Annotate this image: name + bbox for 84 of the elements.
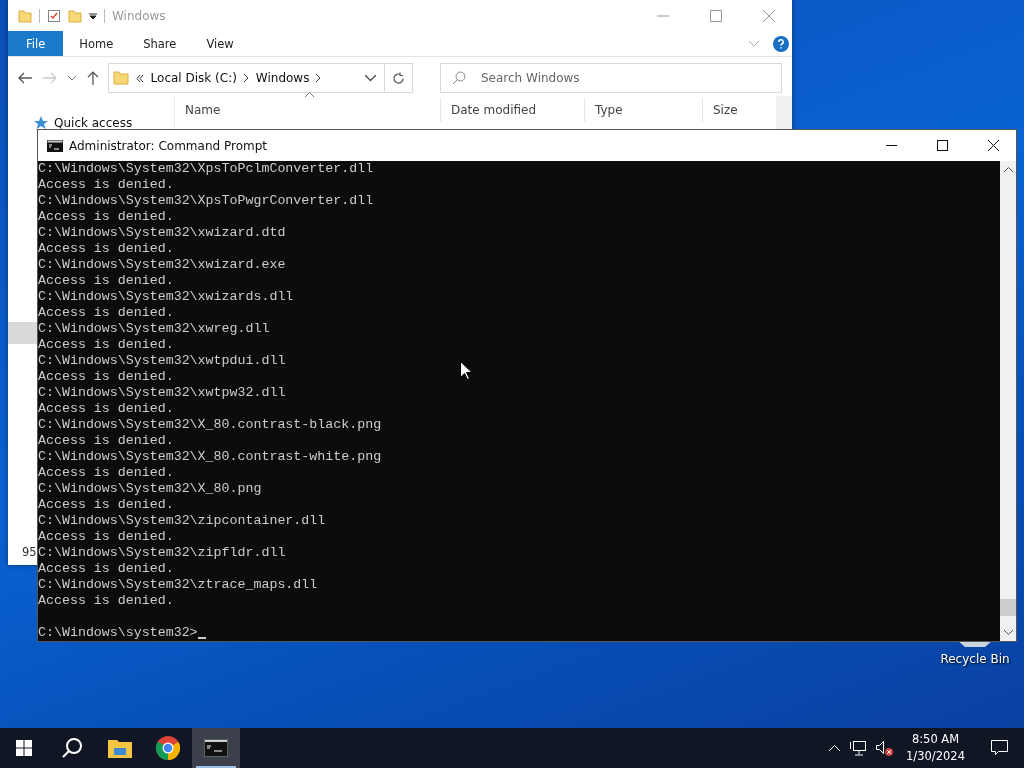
search-icon: [452, 71, 466, 85]
recent-dropdown-icon[interactable]: [67, 75, 76, 81]
dropdown-icon[interactable]: [89, 11, 97, 20]
console-line: C:\Windows\System32\xwizard.dtd: [38, 225, 286, 241]
nav-item[interactable]: Quick access: [54, 116, 133, 130]
ribbon-tab[interactable]: Share: [129, 31, 191, 56]
window-title: Administrator: Command Prompt: [69, 138, 267, 153]
ribbon-tab[interactable]: View: [192, 31, 248, 56]
console-line: C:\Windows\System32\xwtpw32.dll: [38, 385, 286, 401]
desktop-icon-label[interactable]: Recycle Bin: [940, 652, 1010, 666]
ribbon-tab[interactable]: Home: [65, 31, 128, 56]
scroll-down-icon[interactable]: [1003, 630, 1013, 635]
double-chevron-icon: [135, 74, 144, 82]
console-line: Access is denied.: [38, 177, 174, 193]
maximize-icon[interactable]: [937, 140, 948, 151]
console-line: C:\Windows\System32\X_80.contrast-white.png: [38, 449, 382, 465]
console-line: Access is denied.: [38, 273, 174, 289]
close-icon[interactable]: [988, 140, 999, 151]
scroll-up-icon[interactable]: [1003, 167, 1013, 172]
dropdown-chevron-icon[interactable]: [365, 75, 377, 81]
network-icon[interactable]: [850, 740, 867, 756]
refresh-icon: [392, 71, 406, 85]
scroll-thumb[interactable]: [1000, 599, 1016, 616]
console-line: C:\Windows\System32\X_80.contrast-black.png: [38, 417, 382, 433]
console-line: C:\Windows\System32\xwreg.dll: [38, 321, 270, 337]
text-cursor: [197, 637, 206, 639]
console-line: Access is denied.: [38, 529, 174, 545]
console-line: Access is denied.: [38, 433, 174, 449]
console-line: Access is denied.: [38, 561, 174, 577]
chevron-up-icon[interactable]: [829, 745, 841, 751]
console-line: C:\Windows\System32\xwizards.dll: [38, 289, 294, 305]
windows-logo-icon: [16, 740, 32, 756]
scrollbar[interactable]: [1000, 161, 1016, 641]
chevron-right-icon[interactable]: [316, 74, 322, 82]
status-text: 95: [22, 545, 37, 559]
breadcrumb-item[interactable]: Windows: [255, 71, 310, 85]
up-arrow-icon[interactable]: [86, 71, 99, 85]
console-line: C:\Windows\System32\zipcontainer.dll: [38, 513, 326, 529]
column-header[interactable]: Type: [585, 98, 703, 122]
command-prompt: C:\Windows\system32>: [38, 625, 198, 641]
clock-time[interactable]: 8:50 AM: [911, 731, 960, 748]
star-icon: [34, 116, 48, 130]
column-header[interactable]: Name: [175, 98, 441, 122]
console-line: Access is denied.: [38, 401, 174, 417]
search-icon: [61, 737, 83, 759]
mouse-pointer-icon: [460, 361, 472, 380]
folder-icon: [112, 71, 129, 85]
refresh-button[interactable]: [385, 63, 413, 93]
sort-caret-icon: [305, 92, 314, 97]
breadcrumb-item[interactable]: Local Disk (C:): [150, 71, 237, 85]
column-header[interactable]: Size: [703, 98, 763, 122]
console-line: Access is denied.: [38, 209, 174, 225]
taskbar-app-button[interactable]: [192, 728, 240, 768]
console-line: C:\Windows\System32\xwtpdui.dll: [38, 353, 286, 369]
console-icon: [47, 139, 63, 152]
console-line: C:\Windows\System32\xwizard.exe: [38, 257, 286, 273]
column-header[interactable]: Date modified: [441, 98, 585, 122]
console-line: C:\Windows\System32\XpsToPwgrConverter.dll: [38, 193, 374, 209]
console-line: C:\Windows\System32\zipfldr.dll: [38, 545, 286, 561]
console-line: Access is denied.: [38, 465, 174, 481]
help-icon[interactable]: [773, 35, 789, 52]
notification-icon[interactable]: [991, 740, 1008, 756]
properties-icon[interactable]: [47, 8, 61, 23]
window-title: Windows: [112, 8, 166, 23]
search-field[interactable]: Search Windows: [440, 63, 782, 93]
chevron-right-icon[interactable]: [243, 74, 249, 82]
folder-icon: [108, 738, 132, 758]
clock-date[interactable]: 1/30/2024: [906, 748, 965, 765]
console-line: Access is denied.: [38, 241, 174, 257]
muted-speaker-icon[interactable]: [876, 740, 894, 756]
console-line: Access is denied.: [38, 497, 174, 513]
back-arrow-icon[interactable]: [18, 72, 32, 84]
console-line: Access is denied.: [38, 337, 174, 353]
console-line: C:\Windows\System32\X_80.png: [38, 481, 262, 497]
console-line: Access is denied.: [38, 369, 174, 385]
console-icon: [204, 739, 228, 757]
console-line: C:\Windows\System32\ztrace_maps.dll: [38, 577, 318, 593]
scrollbar[interactable]: [776, 96, 792, 130]
console-line: C:\Windows\System32\XpsToPclmConverter.dll: [38, 161, 374, 177]
browser-icon: [156, 736, 180, 760]
console-line: Access is denied.: [38, 305, 174, 321]
address-bar[interactable]: Local Disk (C:) Windows: [107, 63, 386, 93]
ribbon-tab[interactable]: File: [8, 31, 64, 56]
console-line: Access is denied.: [38, 593, 174, 609]
